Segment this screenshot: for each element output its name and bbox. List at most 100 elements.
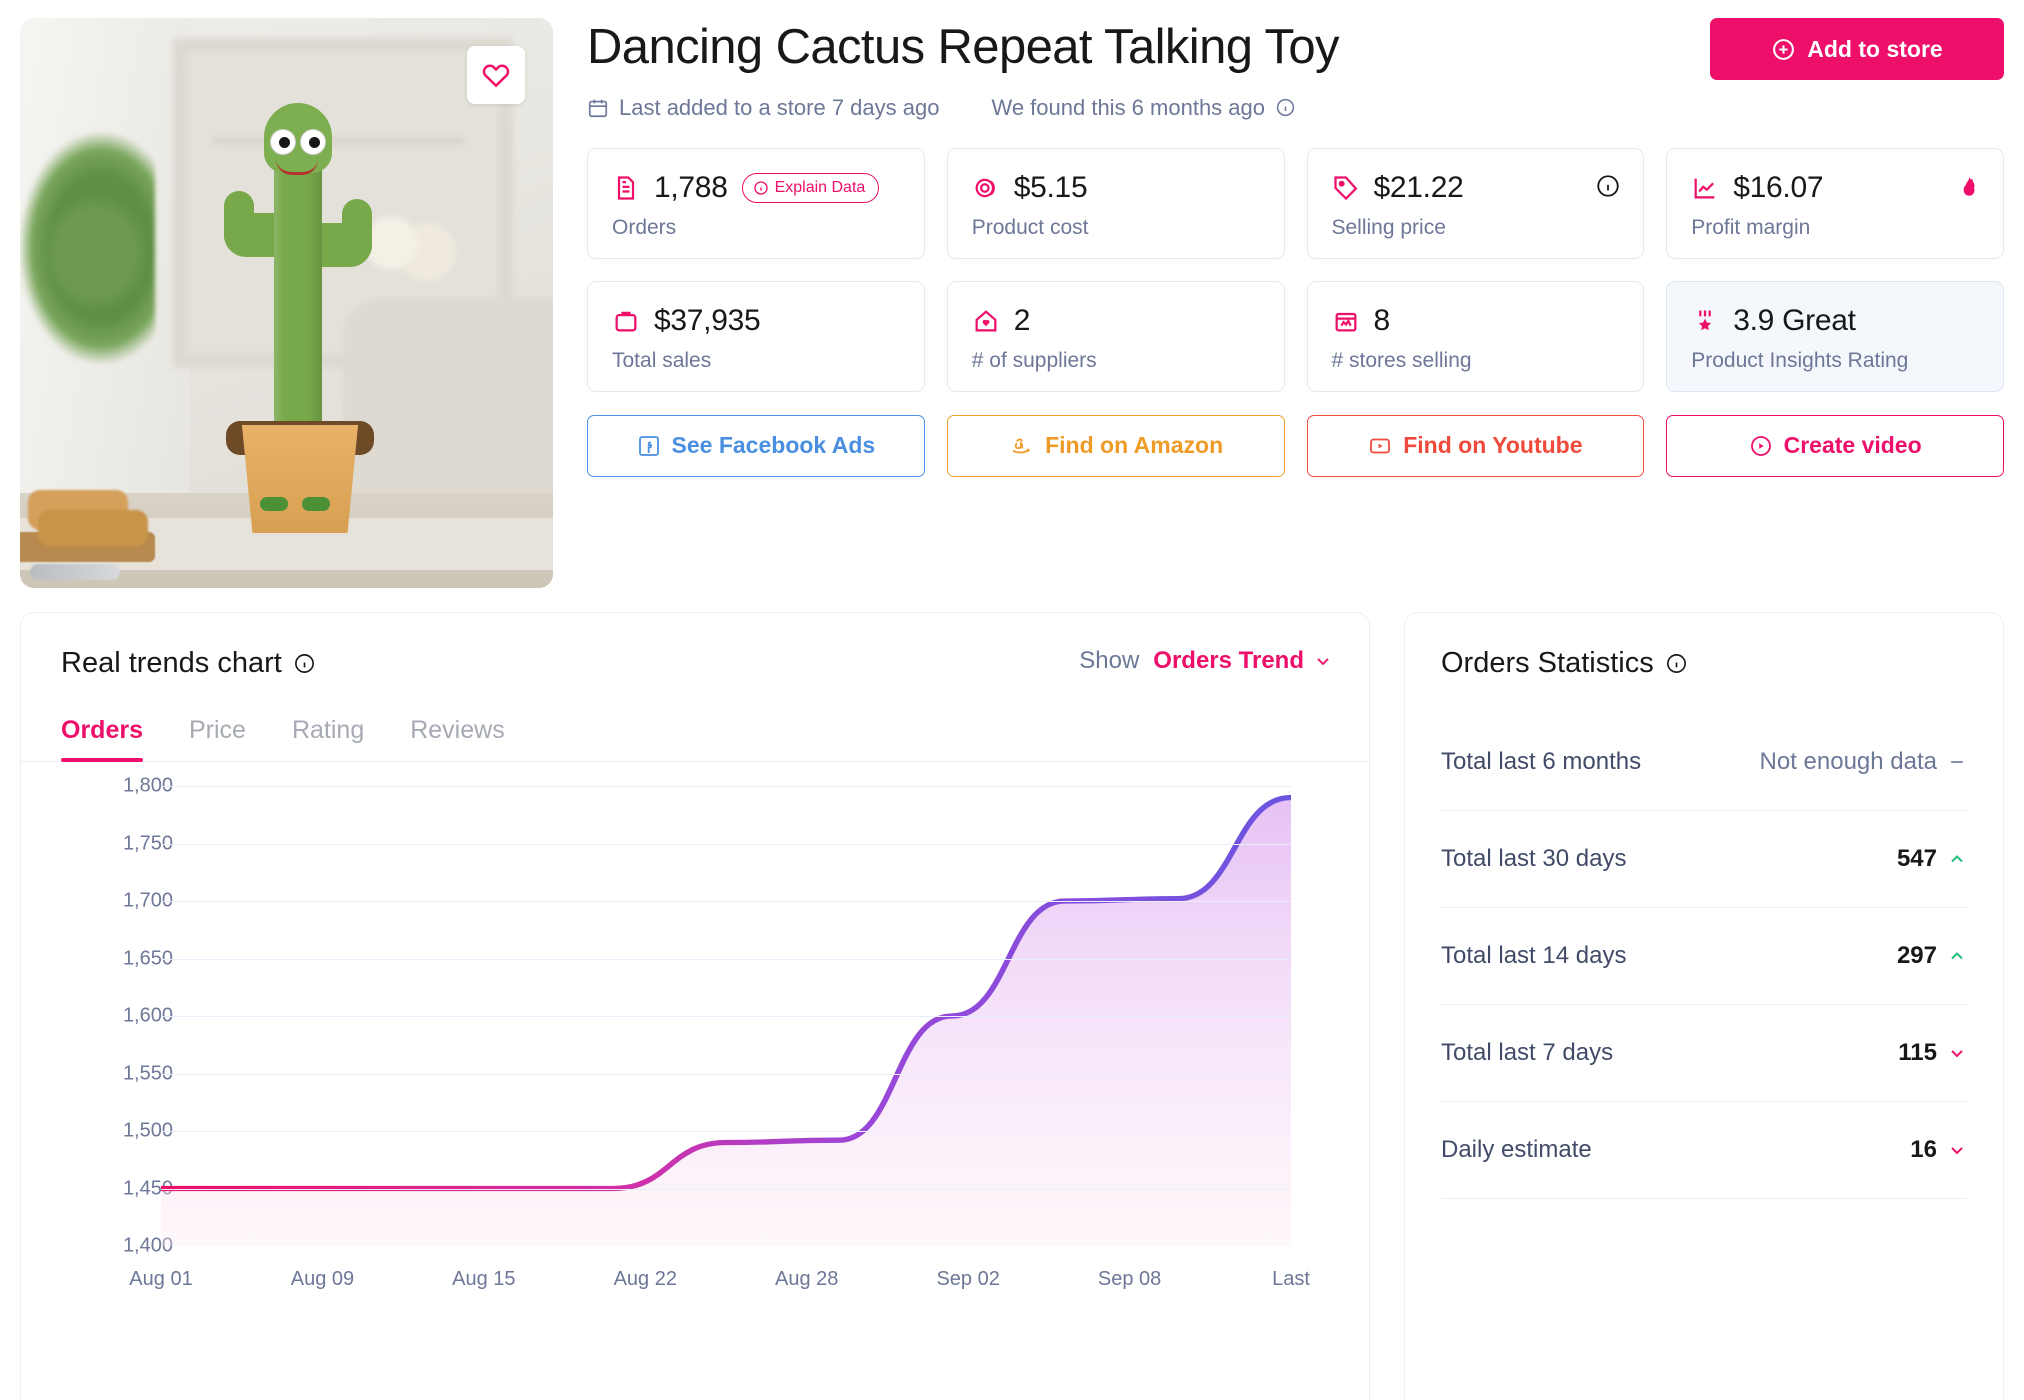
info-icon[interactable] xyxy=(1665,652,1688,675)
chart-x-axis: Aug 01 Aug 09 Aug 15 Aug 22 Aug 28 Sep 02 Sep … xyxy=(129,1268,1310,1308)
stats-value-text: Not enough data xyxy=(1759,748,1937,775)
real-trends-chart-panel: Real trends chart Show Orders Trend Orde… xyxy=(20,612,1370,1400)
stats-row-label: Total last 6 months xyxy=(1441,748,1642,775)
metric-card-profit-margin: $16.07 Profit margin xyxy=(1666,147,2004,259)
add-to-store-button[interactable]: Add to store xyxy=(1710,18,2004,80)
button-label: Find on Amazon xyxy=(1045,432,1224,459)
stats-row: Total last 30 days 547 xyxy=(1441,811,1967,908)
metric-card-product-insights-rating: 3.9 Great Product Insights Rating xyxy=(1666,280,2004,392)
metric-value: $21.22 xyxy=(1373,170,1464,204)
x-axis-tick: Aug 15 xyxy=(452,1268,516,1290)
favorite-button[interactable] xyxy=(467,46,525,104)
last-added-text: Last added to a store 7 days ago xyxy=(619,94,940,120)
metric-value: 1,788 xyxy=(654,170,728,204)
explain-data-badge[interactable]: Explain Data xyxy=(741,172,880,203)
show-label: Show xyxy=(1079,647,1140,674)
stats-row: Daily estimate 16 xyxy=(1441,1102,1967,1199)
bottom-panels: Real trends chart Show Orders Trend Orde… xyxy=(20,612,2004,1400)
stats-row-value: Not enough data xyxy=(1760,748,1967,776)
show-value-text: Orders Trend xyxy=(1153,647,1304,674)
find-on-amazon-button[interactable]: Find on Amazon xyxy=(946,414,1285,477)
metric-value: 3.9 Great xyxy=(1733,303,1856,337)
product-info-column: Dancing Cactus Repeat Talking Toy Last a… xyxy=(587,18,2004,588)
orders-trend-chart: 1,800 1,750 1,700 1,650 1,600 1,550 1,500 1,450… xyxy=(21,775,1369,1291)
tab-orders[interactable]: Orders xyxy=(61,716,143,762)
stats-value-text: 16 xyxy=(1910,1136,1937,1163)
stats-value-text: 297 xyxy=(1896,942,1937,969)
tab-reviews[interactable]: Reviews xyxy=(410,716,504,761)
gridline xyxy=(161,786,1291,787)
orders-statistics-panel: Orders Statistics Total last 6 months Not… xyxy=(1404,612,2004,1400)
last-added-meta: Last added to a store 7 days ago xyxy=(587,95,939,121)
stats-row-value: 115 xyxy=(1898,1039,1967,1067)
button-label: Find on Youtube xyxy=(1403,432,1583,459)
stats-row-value: 547 xyxy=(1897,845,1967,873)
gridline xyxy=(161,843,1291,845)
add-to-store-label: Add to store xyxy=(1807,35,1943,62)
x-axis-tick: Sep 08 xyxy=(1097,1268,1162,1290)
stats-row: Total last 14 days 297 xyxy=(1441,908,1967,1005)
metric-value: 8 xyxy=(1373,303,1391,337)
product-image[interactable] xyxy=(20,18,553,588)
x-axis-tick: Sep 02 xyxy=(936,1268,1000,1290)
metric-card-stores-selling: 8 # stores selling xyxy=(1306,280,1645,392)
metric-label: Selling price xyxy=(1331,215,1446,239)
metric-value: 2 xyxy=(1013,303,1031,337)
button-label: Create video xyxy=(1783,432,1922,459)
stats-row-label: Total last 7 days xyxy=(1441,1039,1614,1066)
x-axis-tick: Aug 28 xyxy=(775,1268,839,1290)
tab-price[interactable]: Price xyxy=(189,716,246,761)
stats-row: Total last 6 months Not enough data xyxy=(1441,714,1967,811)
stats-row: Total last 7 days 115 xyxy=(1441,1005,1967,1102)
house-heart-icon xyxy=(972,307,1000,335)
award-star-icon xyxy=(1691,307,1719,335)
x-axis-tick: Aug 22 xyxy=(613,1268,677,1290)
stats-row-label: Daily estimate xyxy=(1441,1136,1592,1163)
metric-label: Profit margin xyxy=(1691,215,1811,239)
heart-icon xyxy=(481,60,511,90)
show-value-dropdown[interactable]: Orders Trend xyxy=(1153,647,1333,675)
external-actions-row: See Facebook Ads Find on Amazon Find on … xyxy=(587,414,2004,477)
plus-circle-icon xyxy=(1771,37,1796,62)
tab-rating[interactable]: Rating xyxy=(292,716,364,761)
metric-label: Product Insights Rating xyxy=(1691,348,1909,372)
info-icon[interactable] xyxy=(1595,173,1621,199)
stats-rows: Total last 6 months Not enough data Total … xyxy=(1441,714,1967,1199)
stats-row-value: 297 xyxy=(1897,942,1967,970)
chart-panel-title: Real trends chart xyxy=(61,647,316,680)
metric-label: # stores selling xyxy=(1331,348,1472,372)
metric-label: # of suppliers xyxy=(971,348,1097,372)
trend-none-icon xyxy=(1947,752,1967,772)
chart-title-text: Real trends chart xyxy=(61,647,282,679)
button-label: See Facebook Ads xyxy=(671,432,876,459)
price-tag-icon xyxy=(1332,174,1360,202)
trend-up-icon xyxy=(1947,849,1967,869)
coin-dollar-icon xyxy=(972,174,1000,202)
product-detail-page: Dancing Cactus Repeat Talking Toy Last a… xyxy=(0,0,2024,1400)
stats-value-text: 115 xyxy=(1898,1039,1937,1066)
chart-plot-area xyxy=(158,786,1294,1246)
see-facebook-ads-button[interactable]: See Facebook Ads xyxy=(587,414,925,477)
trend-down-icon xyxy=(1947,1043,1967,1063)
storefront-icon xyxy=(1332,307,1360,335)
gridline xyxy=(161,1188,1291,1190)
find-on-youtube-button[interactable]: Find on Youtube xyxy=(1306,414,1645,477)
metric-card-product-cost: $5.15 Product cost xyxy=(946,147,1285,259)
youtube-icon xyxy=(1368,434,1392,458)
metric-value: $37,935 xyxy=(654,303,761,337)
flame-icon xyxy=(1955,173,1981,201)
info-icon[interactable] xyxy=(293,652,316,675)
x-axis-tick: Aug 01 xyxy=(129,1268,193,1290)
briefcase-icon xyxy=(612,307,640,335)
show-selector[interactable]: Show Orders Trend xyxy=(1079,647,1333,675)
gridline xyxy=(161,1131,1291,1132)
found-text: We found this 6 months ago xyxy=(991,94,1265,120)
chart-tabs: Orders Price Rating Reviews xyxy=(21,716,1369,762)
chart-header: Real trends chart Show Orders Trend xyxy=(21,647,1369,680)
metric-card-selling-price: $21.22 Selling price xyxy=(1306,147,1645,259)
create-video-button[interactable]: Create video xyxy=(1666,414,2004,477)
product-meta-row: Last added to a store 7 days ago We foun… xyxy=(587,95,2004,121)
metric-card-orders: 1,788 Explain Data Orders xyxy=(587,147,925,259)
trend-down-icon xyxy=(1947,1140,1967,1160)
info-icon[interactable] xyxy=(1275,97,1296,118)
